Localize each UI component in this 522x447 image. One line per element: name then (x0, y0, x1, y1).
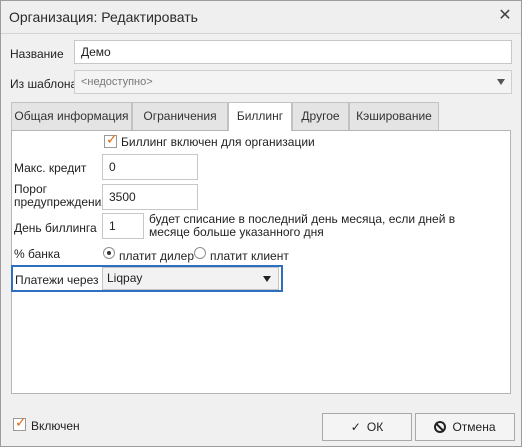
ok-button[interactable]: ✓ ОК (322, 413, 412, 441)
enabled-checkbox[interactable]: ✓ (13, 414, 27, 431)
threshold-value: 3500 (109, 190, 136, 204)
threshold-input[interactable]: 3500 (102, 184, 198, 210)
billing-enabled-checkbox[interactable]: ✓ (104, 131, 118, 148)
enabled-label: Включен (31, 419, 80, 433)
payments-select[interactable]: Liqpay (102, 267, 279, 290)
ok-label: ОК (366, 420, 384, 434)
title-bar[interactable]: Организация: Редактировать ✕ (1, 1, 521, 34)
template-label: Из шаблона (10, 77, 78, 91)
payments-label: Платежи через (15, 273, 99, 287)
radio-dealer-label: платит дилер (119, 249, 194, 263)
tab-other[interactable]: Другое (292, 102, 349, 130)
cancel-label: Отмена (452, 420, 496, 434)
threshold-label: Порог предупреждения (14, 182, 108, 209)
tab-general-info[interactable]: Общая информация (11, 102, 132, 130)
billing-day-value: 1 (109, 219, 116, 233)
tab-limits[interactable]: Ограничения (132, 102, 228, 130)
dialog-title: Организация: Редактировать (9, 9, 198, 25)
radio-client-pays[interactable] (194, 247, 206, 259)
close-icon[interactable]: ✕ (497, 8, 513, 24)
chevron-down-icon (263, 276, 271, 282)
radio-selected-dot (107, 251, 111, 255)
tab-billing[interactable]: Биллинг (228, 102, 292, 131)
cancel-button[interactable]: Отмена (415, 413, 515, 441)
tab-caching[interactable]: Кэширование (349, 102, 439, 130)
billing-day-note: будет списание в последний день месяца, … (149, 212, 456, 239)
checkmark-icon: ✓ (350, 420, 361, 434)
max-credit-input[interactable]: 0 (102, 154, 198, 180)
billing-day-label: День биллинга (14, 221, 97, 235)
chevron-down-icon (497, 79, 505, 85)
organization-edit-dialog: Организация: Редактировать ✕ Название Де… (0, 0, 522, 447)
max-credit-label: Макс. кредит (14, 161, 87, 175)
template-combo: <недоступно> (74, 70, 512, 94)
name-value: Демо (81, 45, 111, 59)
ban-icon (434, 421, 447, 433)
payments-value: Liqpay (107, 271, 143, 285)
max-credit-value: 0 (109, 160, 116, 174)
checkmark-icon: ✓ (15, 414, 27, 430)
checkmark-icon: ✓ (106, 131, 118, 147)
template-value: <недоступно> (81, 76, 153, 88)
name-label: Название (10, 47, 64, 61)
radio-dealer-pays[interactable] (103, 247, 115, 259)
radio-client-label: платит клиент (210, 249, 289, 263)
bank-percent-label: % банка (14, 247, 61, 261)
billing-day-input[interactable]: 1 (102, 213, 144, 239)
name-field[interactable]: Демо (74, 40, 512, 64)
billing-enabled-label: Биллинг включен для организации (121, 135, 315, 149)
